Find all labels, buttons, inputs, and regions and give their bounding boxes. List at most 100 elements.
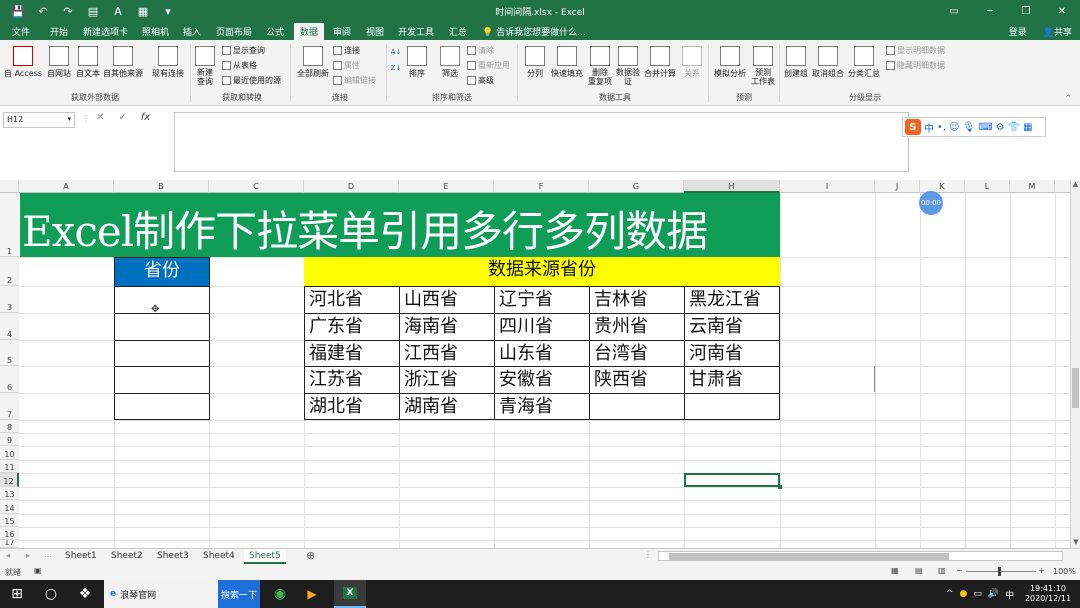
chevron-up-icon[interactable]: ^ (946, 589, 954, 599)
tab-insert[interactable]: 插入 (183, 25, 201, 38)
add-sheet-icon[interactable]: ⊕ (306, 549, 315, 562)
column-header[interactable]: G (589, 180, 684, 193)
row-header[interactable]: 12 (0, 473, 19, 487)
zoom-slider-thumb[interactable] (998, 567, 1001, 576)
login-link[interactable]: 登录 (1009, 25, 1027, 38)
province-cell[interactable]: 四川省 (494, 313, 590, 341)
province-header-cell[interactable]: 省份 (114, 257, 210, 287)
column-header[interactable]: D (304, 180, 399, 193)
province-cell[interactable]: 江苏省 (304, 366, 400, 394)
show-detail-button[interactable]: 显示明细数据 (886, 45, 945, 56)
group-button[interactable]: 创建组 (781, 46, 811, 79)
from-table-button[interactable]: 从表格 (222, 60, 257, 71)
column-header[interactable]: H (684, 180, 780, 193)
tab-file[interactable]: 文件 (12, 25, 30, 38)
punctuation-icon[interactable]: •, (937, 122, 946, 133)
tab-page-layout[interactable]: 页面布局 (216, 25, 252, 38)
province-cell[interactable] (589, 393, 685, 420)
province-cell[interactable]: 贵州省 (589, 313, 685, 341)
province-input-cell[interactable] (114, 393, 210, 420)
search-go-button[interactable]: 搜索一下 (218, 580, 260, 608)
select-all-corner[interactable] (0, 180, 19, 193)
cancel-icon[interactable]: ✕ (96, 112, 104, 123)
row-header[interactable]: 4 (0, 313, 19, 340)
enter-icon[interactable]: ✓ (118, 112, 126, 123)
data-validation-button[interactable]: 数据验 证 (614, 46, 642, 86)
emoji-icon[interactable]: ☺ (949, 122, 959, 133)
row-header[interactable]: 15 (0, 514, 19, 527)
remove-duplicates-button[interactable]: 删除 重复项 (586, 46, 614, 86)
tab-formulas[interactable]: 公式 (266, 25, 284, 38)
zoom-level[interactable]: 100% (1053, 567, 1076, 576)
scroll-down-icon[interactable]: ▼ (1071, 538, 1080, 546)
volume-icon[interactable]: 🔊 (988, 589, 999, 599)
from-text-button[interactable]: 自文本 (74, 46, 102, 79)
province-cell[interactable]: 青海省 (494, 393, 590, 420)
relationships-button[interactable]: 关系 (680, 46, 704, 79)
sheet-tab[interactable]: Sheet4 (198, 549, 240, 564)
province-cell[interactable]: 河南省 (684, 340, 780, 367)
share-button[interactable]: 👤共享 (1043, 25, 1072, 38)
browser-search-box[interactable]: e 浪琴官网 (104, 580, 218, 608)
text-to-columns-button[interactable]: 分列 (522, 46, 548, 79)
tab-developer[interactable]: 开发工具 (398, 25, 434, 38)
vertical-scrollbar[interactable]: ▲ ▼ (1070, 180, 1080, 548)
tab-view[interactable]: 视图 (366, 25, 384, 38)
properties-button[interactable]: 属性 (333, 60, 360, 71)
ribbon-display-button[interactable]: ▭ (936, 0, 972, 22)
tab-camera[interactable]: 照相机 (142, 25, 169, 38)
row-header[interactable]: 8 (0, 420, 19, 433)
from-access-button[interactable]: 自 Access (4, 46, 42, 79)
sheet-tab[interactable]: Sheet1 (60, 549, 102, 564)
province-cell[interactable]: 江西省 (399, 340, 495, 367)
row-header[interactable]: 13 (0, 487, 19, 500)
formula-input[interactable] (174, 112, 909, 172)
province-cell[interactable] (684, 393, 780, 420)
recent-sources-button[interactable]: 最近使用的源 (222, 75, 281, 86)
subtotal-button[interactable]: 分类汇总 (846, 46, 882, 79)
chinese-mode-icon[interactable]: 中 (924, 120, 934, 135)
row-header[interactable]: 6 (0, 366, 19, 393)
what-if-analysis-button[interactable]: 模拟分析 (711, 46, 749, 79)
grid-menu-icon[interactable]: ▦ (1023, 122, 1032, 133)
province-cell[interactable]: 黑龙江省 (684, 286, 780, 314)
task-view-icon[interactable]: ❖ (68, 580, 102, 608)
split-handle[interactable]: ⋮ (644, 550, 652, 559)
province-cell[interactable]: 台湾省 (589, 340, 685, 367)
sort-az-button[interactable]: A↓ Z↓ (388, 48, 404, 72)
row-header[interactable]: 1 (0, 193, 19, 257)
consolidate-button[interactable]: 合并计算 (642, 46, 678, 79)
from-other-sources-button[interactable]: 自其他来源 (101, 46, 145, 79)
flash-fill-button[interactable]: 快速填充 (548, 46, 586, 79)
sheet-tab[interactable]: Sheet2 (106, 549, 148, 564)
from-web-button[interactable]: 自网站 (44, 46, 74, 79)
province-cell[interactable]: 湖北省 (304, 393, 400, 420)
province-input-cell[interactable] (114, 313, 210, 341)
minimize-button[interactable]: ─ (972, 0, 1008, 22)
page-break-view-icon[interactable]: ▥ (938, 566, 946, 575)
province-cell[interactable]: 浙江省 (399, 366, 495, 394)
row-header[interactable]: 9 (0, 433, 19, 446)
province-cell[interactable]: 海南省 (399, 313, 495, 341)
sheet-tab[interactable]: Sheet3 (152, 549, 194, 564)
macro-record-icon[interactable]: ▣ (34, 566, 42, 575)
windows-start-icon[interactable]: ⊞ (0, 580, 34, 608)
excel-taskbar-button[interactable]: X (334, 580, 366, 608)
province-input-cell[interactable] (114, 340, 210, 367)
province-cell[interactable]: 福建省 (304, 340, 400, 367)
network-icon[interactable]: ▭ (973, 589, 982, 599)
filter-button[interactable]: 筛选 (438, 46, 462, 79)
clock[interactable]: 19:41:10 2020/12/11 (1020, 580, 1076, 608)
sort-button[interactable]: 排序 (404, 46, 430, 79)
hide-detail-button[interactable]: 隐藏明细数据 (886, 60, 945, 71)
toolbox-icon[interactable]: ⚙ (996, 122, 1005, 133)
search-icon[interactable]: ○ (34, 580, 68, 608)
ime-indicator[interactable]: 中 (1005, 588, 1014, 601)
row-header[interactable]: 10 (0, 446, 19, 460)
zoom-out-icon[interactable]: − (956, 566, 963, 575)
prev-sheet-icon[interactable]: ◂ (6, 551, 10, 560)
zoom-slider[interactable] (966, 571, 1036, 572)
tab-home[interactable]: 开始 (50, 25, 68, 38)
ungroup-button[interactable]: 取消组合 (810, 46, 846, 79)
skin-icon[interactable]: 👕 (1008, 122, 1020, 133)
